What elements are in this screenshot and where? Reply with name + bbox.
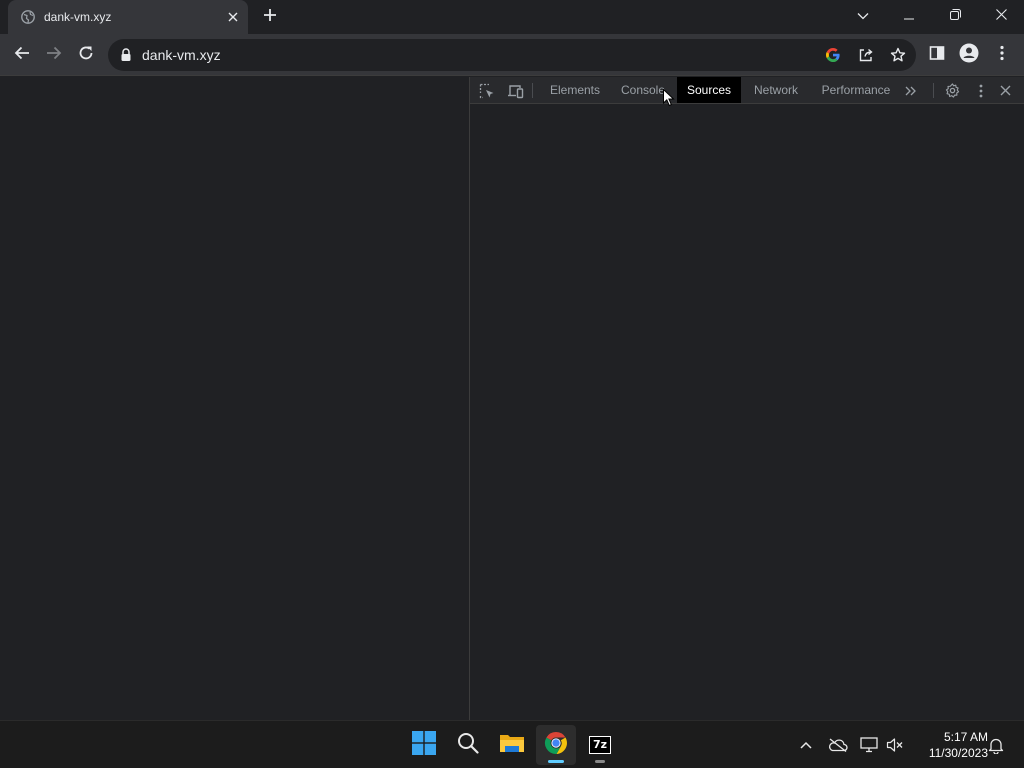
side-panel-button[interactable]	[923, 41, 951, 69]
active-app-indicator	[548, 760, 564, 763]
clock-date: 11/30/2023	[928, 746, 988, 760]
devtools-tab-performance[interactable]: Performance	[812, 77, 900, 103]
side-panel-icon	[929, 45, 945, 66]
url-text[interactable]: dank-vm.xyz	[142, 47, 221, 63]
kebab-menu-icon	[1000, 45, 1004, 66]
chrome-taskbar-button[interactable]	[536, 725, 576, 765]
address-bar[interactable]: dank-vm.xyz	[108, 39, 916, 71]
system-clock[interactable]: 5:17 AM 11/30/2023	[912, 729, 988, 761]
devtools-panel: Elements Console Sources Network Perform…	[469, 77, 1024, 720]
close-icon	[995, 7, 1007, 25]
profile-button[interactable]	[955, 41, 983, 69]
mouse-cursor-icon	[663, 88, 675, 107]
chevron-up-icon[interactable]	[794, 733, 818, 757]
file-explorer-button[interactable]	[492, 725, 532, 765]
reload-icon	[78, 45, 94, 66]
devtools-content	[470, 104, 1024, 720]
onedrive-offline-icon[interactable]	[826, 733, 850, 757]
browser-toolbar: dank-vm.xyz	[0, 34, 1024, 76]
chrome-icon	[544, 731, 568, 760]
folder-icon	[499, 732, 525, 759]
back-button[interactable]	[8, 41, 36, 69]
devtools-separator	[532, 83, 533, 98]
page-viewport[interactable]	[0, 77, 469, 720]
start-button[interactable]	[404, 725, 444, 765]
browser-tab[interactable]: dank-vm.xyz	[8, 0, 248, 34]
tab-title: dank-vm.xyz	[44, 10, 112, 24]
close-icon[interactable]	[225, 9, 241, 25]
devtools-tab-sources[interactable]: Sources	[677, 77, 741, 103]
star-icon[interactable]	[888, 45, 908, 65]
clock-time: 5:17 AM	[943, 730, 988, 744]
arrow-right-icon	[46, 45, 62, 66]
minimize-button[interactable]	[886, 0, 932, 32]
devtools-tab-network[interactable]: Network	[743, 77, 809, 103]
bell-icon[interactable]	[984, 733, 1008, 757]
browser-menu-button[interactable]	[988, 41, 1016, 69]
title-bar: dank-vm.xyz	[0, 0, 1024, 34]
restore-button[interactable]	[932, 0, 978, 32]
forward-button[interactable]	[40, 41, 68, 69]
devtools-tab-elements[interactable]: Elements	[542, 77, 608, 103]
window-close-button[interactable]	[978, 0, 1024, 32]
network-icon[interactable]	[857, 733, 881, 757]
tab-search-button[interactable]	[840, 0, 886, 32]
tab-search-icon	[857, 7, 869, 25]
device-toolbar-icon[interactable]	[505, 81, 525, 100]
lock-icon[interactable]	[120, 48, 132, 62]
7zip-label: 7z	[590, 737, 610, 753]
windows-logo-icon	[412, 730, 436, 760]
7zip-taskbar-button[interactable]: 7z	[580, 725, 620, 765]
running-app-indicator	[595, 760, 605, 763]
restore-icon	[949, 7, 961, 25]
gear-icon[interactable]	[942, 81, 962, 100]
reload-button[interactable]	[72, 41, 100, 69]
taskbar: 7z 5:17 AM 11/30/2023	[0, 720, 1024, 768]
chevron-double-right-icon[interactable]	[901, 81, 921, 100]
7zip-icon: 7z	[589, 736, 611, 754]
search-icon	[457, 732, 479, 759]
globe-icon	[21, 10, 35, 24]
kebab-menu-icon[interactable]	[971, 81, 991, 100]
new-tab-button[interactable]	[258, 6, 282, 28]
arrow-left-icon	[14, 45, 30, 66]
minimize-icon	[904, 7, 914, 25]
plus-icon	[263, 8, 277, 27]
devtools-separator	[933, 83, 934, 98]
inspect-element-icon[interactable]	[477, 81, 497, 100]
devtools-tab-bar: Elements Console Sources Network Perform…	[470, 77, 1024, 104]
share-icon[interactable]	[856, 45, 876, 65]
search-button[interactable]	[448, 725, 488, 765]
close-icon[interactable]	[995, 81, 1015, 100]
profile-icon	[959, 43, 979, 68]
volume-muted-icon[interactable]	[883, 733, 907, 757]
google-lens-icon[interactable]	[823, 45, 843, 65]
